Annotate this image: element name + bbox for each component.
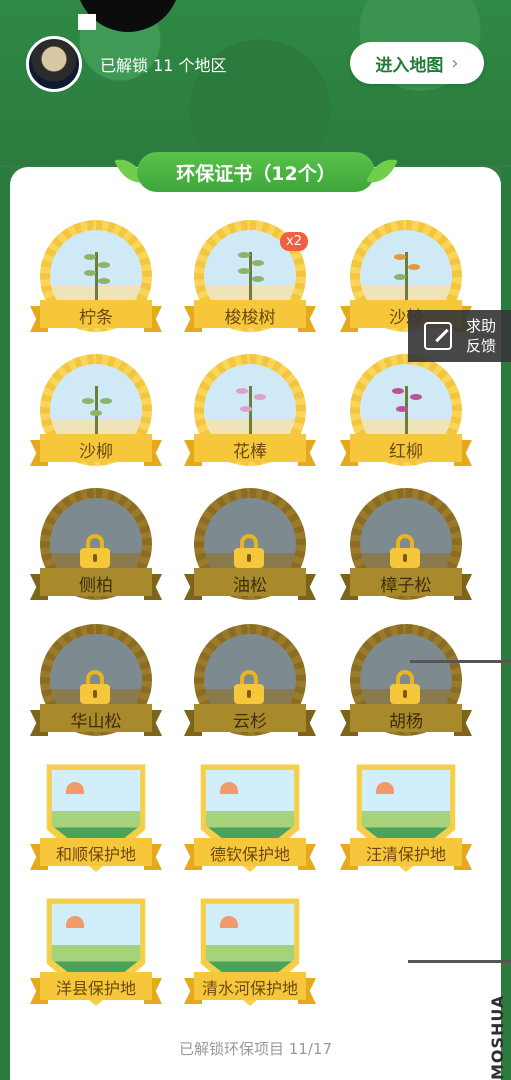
reserve-deqin[interactable]: 德钦保护地 [184, 760, 316, 885]
badge-huabang[interactable]: 花棒 [184, 354, 316, 479]
badge-cebai[interactable]: 侧柏 [30, 488, 162, 613]
reserve-yangxian[interactable]: 洋县保护地 [30, 894, 162, 1019]
reserve-ribbon: 清水河保护地 [184, 972, 316, 1004]
plant-icon [390, 244, 422, 304]
badge-label: 柠条 [79, 308, 113, 328]
edit-icon [424, 322, 452, 350]
enter-map-button[interactable]: 进入地图 › [350, 42, 484, 84]
badge-hongliu[interactable]: 红柳 [340, 354, 472, 479]
section-title-ribbon: 环保证书（12个） [114, 150, 398, 194]
reserve-label: 德钦保护地 [209, 845, 290, 864]
badge-label: 胡杨 [389, 712, 423, 732]
badge-ribbon: 梭梭树 [184, 300, 316, 332]
lock-icon [390, 670, 420, 704]
badge-ribbon: 云杉 [184, 704, 316, 736]
sun-icon [376, 782, 394, 794]
reserve-heshun[interactable]: 和顺保护地 [30, 760, 162, 885]
avatar[interactable] [26, 36, 82, 92]
status-indicator [78, 14, 96, 30]
plant-icon [80, 244, 112, 304]
badge-label: 樟子松 [380, 576, 432, 596]
plant-icon [234, 244, 266, 304]
badge-ribbon: 樟子松 [340, 568, 472, 600]
badge-label: 侧柏 [79, 576, 113, 596]
lock-icon [80, 670, 110, 704]
badge-ribbon: 花棒 [184, 434, 316, 466]
reserve-label: 和顺保护地 [55, 845, 136, 864]
plant-icon [234, 378, 266, 438]
lock-icon [234, 670, 264, 704]
badge-ribbon: 华山松 [30, 704, 162, 736]
sun-icon [66, 782, 84, 794]
lock-icon [234, 534, 264, 568]
unlocked-projects-footer: 已解锁环保项目 11/17 [179, 1040, 332, 1058]
reserve-label: 洋县保护地 [55, 979, 136, 998]
badge-label: 红柳 [389, 442, 423, 462]
badge-label: 云杉 [233, 712, 267, 732]
badge-label: 沙柳 [79, 442, 113, 462]
reserve-ribbon: 洋县保护地 [30, 972, 162, 1004]
badge-label: 花棒 [233, 442, 267, 462]
feedback-label: 求助 反馈 [466, 316, 496, 356]
edge-handle[interactable] [410, 660, 511, 663]
panel-side-right [501, 167, 511, 1080]
header: 已解锁 11 个地区 [26, 34, 227, 94]
panel-side-left [0, 167, 10, 1080]
unlocked-regions-count: 已解锁 11 个地区 [100, 56, 227, 75]
badge-ribbon: 沙柳 [30, 434, 162, 466]
reserve-label: 清水河保护地 [201, 979, 298, 998]
badge-ribbon: 柠条 [30, 300, 162, 332]
reserve-wangqing[interactable]: 汪清保护地 [340, 760, 472, 885]
badge-yunshan[interactable]: 云杉 [184, 624, 316, 749]
badge-huashansong[interactable]: 华山松 [30, 624, 162, 749]
reserve-ribbon: 德钦保护地 [184, 838, 316, 870]
badge-label: 华山松 [70, 712, 122, 732]
badge-yousong[interactable]: 油松 [184, 488, 316, 613]
plant-icon [390, 378, 422, 438]
reserve-qingshuihe[interactable]: 清水河保护地 [184, 894, 316, 1019]
badge-ribbon: 胡杨 [340, 704, 472, 736]
reserve-ribbon: 和顺保护地 [30, 838, 162, 870]
help-feedback-button[interactable]: 求助 反馈 [408, 310, 511, 362]
watermark: MOSHUA [488, 994, 507, 1080]
edge-handle[interactable] [408, 960, 511, 963]
lock-icon [390, 534, 420, 568]
reserve-label: 汪清保护地 [365, 845, 446, 864]
feedback-line1: 求助 [466, 317, 497, 335]
badge-ribbon: 油松 [184, 568, 316, 600]
badge-shaliu[interactable]: 沙柳 [30, 354, 162, 479]
enter-map-label: 进入地图 [375, 55, 444, 76]
sun-icon [220, 916, 238, 928]
lock-icon [80, 534, 110, 568]
badge-ribbon: 侧柏 [30, 568, 162, 600]
section-title: 环保证书（12个） [176, 162, 336, 185]
chevron-right-icon: › [451, 52, 459, 74]
badge-label: 梭梭树 [224, 308, 276, 328]
badge-label: 油松 [233, 576, 267, 596]
badge-zhangzisong[interactable]: 樟子松 [340, 488, 472, 613]
badge-ribbon: 红柳 [340, 434, 472, 466]
reserve-ribbon: 汪清保护地 [340, 838, 472, 870]
sun-icon [66, 916, 84, 928]
badge-huyang[interactable]: 胡杨 [340, 624, 472, 749]
feedback-line2: 反馈 [466, 337, 497, 355]
plant-icon [80, 378, 112, 438]
count-badge: x2 [280, 232, 308, 251]
badge-ningtiao[interactable]: 柠条 [30, 220, 162, 345]
sun-icon [220, 782, 238, 794]
